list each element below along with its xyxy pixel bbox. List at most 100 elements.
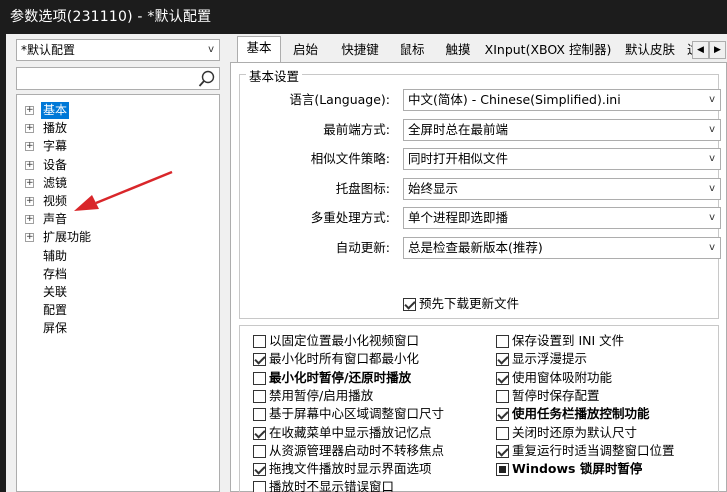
search-icon[interactable] bbox=[197, 69, 217, 89]
checkbox-label: 在收藏菜单中显示播放记忆点 bbox=[269, 424, 432, 440]
tree-item-label: 存档 bbox=[43, 266, 68, 281]
settings-tree[interactable]: + 基本 + 播放 + 字幕 + 设备 + 滤镜 + 视频 + 声音 + 扩展功能 辅助 存档 关联 配置 屏保 bbox=[16, 94, 220, 492]
checkbox-label: 以固定位置最小化视频窗口 bbox=[269, 333, 420, 348]
tab-1[interactable]: 启始 bbox=[282, 38, 329, 62]
setting-dropdown[interactable]: 中文(简体) - Chinese(Simplified).ini v bbox=[403, 89, 721, 111]
window-title: 参数选项(231110) - *默认配置 bbox=[10, 9, 212, 25]
checkbox-box[interactable] bbox=[253, 335, 266, 348]
expand-icon[interactable]: + bbox=[25, 124, 34, 134]
expand-icon[interactable]: + bbox=[25, 233, 34, 243]
checkbox-box[interactable] bbox=[253, 444, 266, 458]
expand-icon[interactable]: + bbox=[25, 160, 34, 170]
checkbox-label: 预先下载更新文件 bbox=[419, 296, 520, 311]
setting-dropdown[interactable]: 全屏时总在最前端 v bbox=[403, 118, 721, 141]
tree-item[interactable]: + 滤镜 bbox=[17, 175, 217, 193]
checkbox-label: 最小化时所有窗口都最小化 bbox=[269, 351, 420, 367]
profile-select[interactable]: *默认配置 v bbox=[16, 39, 220, 61]
arrow-left-icon: ◀ bbox=[697, 45, 704, 55]
expand-icon[interactable]: + bbox=[25, 178, 34, 188]
basic-settings-group: 基本设置 语言(Language): 中文(简体) - Chinese(Simpl… bbox=[239, 66, 721, 319]
chevron-down-icon: v bbox=[709, 94, 715, 105]
tree-item-label: 配置 bbox=[43, 303, 68, 318]
tree-item-label: 字幕 bbox=[43, 139, 68, 154]
tab-4[interactable]: 触摸 bbox=[435, 38, 481, 62]
tree-item-label: 播放 bbox=[43, 121, 68, 136]
expand-icon[interactable]: + bbox=[25, 215, 34, 225]
expand-icon[interactable]: + bbox=[25, 106, 34, 115]
checkbox-label: 禁用暂停/启用播放 bbox=[269, 387, 374, 403]
checkbox-box[interactable] bbox=[253, 463, 266, 477]
chevron-down-icon: v bbox=[709, 182, 715, 194]
tree-item[interactable]: 辅助 bbox=[17, 248, 217, 266]
tree-item-label: 屏保 bbox=[43, 321, 68, 336]
checkbox-box[interactable] bbox=[496, 335, 509, 348]
setting-label: 语言(Language): bbox=[289, 92, 390, 107]
checkbox-label: 暂停时保存配置 bbox=[512, 387, 600, 403]
checkbox-box[interactable] bbox=[496, 389, 509, 403]
dropdown-value: 始终显示 bbox=[408, 180, 459, 196]
checkbox-box[interactable] bbox=[253, 426, 266, 440]
checkbox-label: 基于屏幕中心区域调整窗口尺寸 bbox=[269, 406, 445, 422]
checkbox-box[interactable] bbox=[496, 444, 509, 458]
options-group: 以固定位置最小化视频窗口 最小化时所有窗口都最小化 最小化时暂停/还原时播放 禁用暂停… bbox=[239, 325, 719, 492]
profile-select-value: *默认配置 bbox=[21, 43, 76, 57]
checkbox-box[interactable] bbox=[253, 408, 266, 422]
tab-2[interactable]: 快捷键 bbox=[331, 38, 389, 62]
checkbox-box[interactable] bbox=[253, 481, 266, 492]
tree-item-label: 辅助 bbox=[43, 248, 68, 263]
tree-item[interactable]: + 基本 bbox=[17, 102, 217, 120]
setting-label: 托盘图标: bbox=[335, 180, 390, 196]
tree-item[interactable]: + 字幕 bbox=[17, 138, 217, 156]
tree-item-label: 声音 bbox=[43, 212, 68, 227]
dropdown-value: 全屏时总在最前端 bbox=[408, 121, 509, 137]
checkbox-box[interactable] bbox=[496, 426, 509, 440]
title-bar: 参数选项(231110) - *默认配置 bbox=[0, 0, 727, 34]
checkbox-label: 播放时不显示错误窗口 bbox=[269, 479, 395, 492]
tree-item[interactable]: 配置 bbox=[17, 302, 217, 320]
setting-dropdown[interactable]: 始终显示 v bbox=[403, 177, 721, 200]
checkbox-box[interactable] bbox=[496, 408, 509, 422]
checkbox-label: 最小化时暂停/还原时播放 bbox=[269, 369, 412, 385]
checkbox-label: 从资源管理器启动时不转移焦点 bbox=[269, 442, 445, 458]
checkbox-box[interactable] bbox=[253, 353, 266, 367]
checkbox-label: Windows 锁屏时暂停 bbox=[512, 461, 643, 477]
tab-5[interactable]: XInput(XBOX 控制器) bbox=[482, 38, 614, 62]
setting-dropdown[interactable]: 同时打开相似文件 v bbox=[403, 148, 721, 170]
tree-item-label: 视频 bbox=[43, 194, 68, 208]
tree-item[interactable]: + 设备 bbox=[17, 157, 217, 175]
tab-0[interactable]: 基本 bbox=[237, 36, 281, 63]
expand-icon[interactable]: + bbox=[25, 142, 34, 152]
setting-dropdown[interactable]: 总是检查最新版本(推荐) v bbox=[403, 236, 721, 259]
chevron-down-icon: v bbox=[709, 153, 715, 164]
checkbox-box[interactable] bbox=[496, 463, 509, 477]
tree-item[interactable]: 存档 bbox=[17, 266, 217, 284]
checkbox-box[interactable] bbox=[403, 298, 416, 311]
checkbox-box[interactable] bbox=[253, 371, 266, 385]
expand-icon[interactable]: + bbox=[25, 197, 34, 206]
settings-search-input[interactable] bbox=[16, 67, 220, 90]
tab-3[interactable]: 鼠标 bbox=[390, 38, 434, 62]
checkbox-box[interactable] bbox=[496, 353, 509, 367]
tree-item[interactable]: 关联 bbox=[17, 284, 217, 302]
dropdown-value: 单个进程即选即播 bbox=[408, 210, 509, 225]
tree-item[interactable]: 屏保 bbox=[17, 320, 217, 338]
tab-scroll-left-button[interactable]: ◀ bbox=[692, 41, 709, 59]
tab-6[interactable]: 默认皮肤 bbox=[615, 38, 685, 62]
tree-item[interactable]: + 扩展功能 bbox=[17, 229, 217, 247]
chevron-down-icon: v bbox=[709, 123, 715, 135]
checkbox-label: 使用窗体吸附功能 bbox=[512, 369, 613, 385]
preferences-dialog: *默认配置 v + 基本 + 播放 + 字幕 + 设备 + 滤镜 + 视频 + 声音 + 扩展功能 辅助 存档 关联… bbox=[6, 34, 727, 492]
checkbox-box[interactable] bbox=[253, 389, 266, 403]
tree-item-label: 设备 bbox=[43, 157, 68, 172]
checkbox-box[interactable] bbox=[496, 371, 509, 385]
tree-item-label: 基本 bbox=[41, 102, 70, 119]
tree-item[interactable]: + 播放 bbox=[17, 120, 217, 138]
tab-scroll-right-button[interactable]: ▶ bbox=[709, 41, 726, 59]
checkbox-label: 拖拽文件播放时显示界面选项 bbox=[269, 461, 432, 477]
tree-item-label: 滤镜 bbox=[43, 175, 68, 190]
tree-item-label: 扩展功能 bbox=[43, 230, 92, 245]
setting-dropdown[interactable]: 单个进程即选即播 v bbox=[403, 207, 721, 229]
setting-label: 多重处理方式: bbox=[310, 210, 390, 225]
tree-item[interactable]: + 声音 bbox=[17, 211, 217, 229]
tree-item[interactable]: + 视频 bbox=[17, 193, 217, 211]
